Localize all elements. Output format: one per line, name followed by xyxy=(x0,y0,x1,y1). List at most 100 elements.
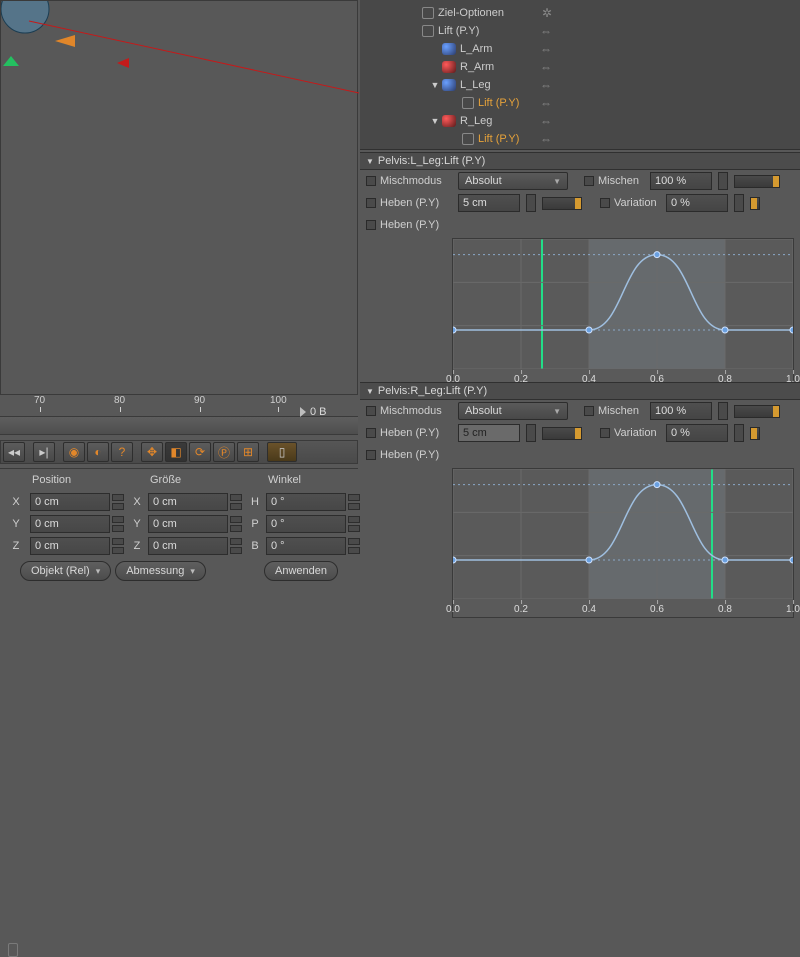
section-header[interactable]: Pelvis:R_Leg:Lift (P.Y) xyxy=(360,382,800,400)
spinner[interactable] xyxy=(348,493,360,511)
hierarchy-item[interactable]: Ziel-Optionen✲ xyxy=(360,4,800,22)
pla-tool-button[interactable]: ⊞ xyxy=(237,442,259,462)
joint-icon xyxy=(442,43,456,55)
motion-tag-icon[interactable]: ⇔ xyxy=(540,114,552,128)
spinner[interactable] xyxy=(734,194,744,212)
animate-toggle[interactable] xyxy=(366,450,376,460)
render-button[interactable]: ▯ xyxy=(267,442,297,462)
mixmode-dropdown[interactable]: Absolut xyxy=(458,172,568,190)
animate-toggle[interactable] xyxy=(366,176,376,186)
next-key-button[interactable]: ▸| xyxy=(33,442,55,462)
hierarchy-item[interactable]: Lift (P.Y) ⇔ xyxy=(360,22,800,40)
hierarchy-item[interactable]: ▼R_Leg⇔ xyxy=(360,112,800,130)
spinner[interactable] xyxy=(526,424,536,442)
column-size: Größe xyxy=(148,474,228,486)
hierarchy-item[interactable]: Lift (P.Y) ⇔ xyxy=(360,94,800,112)
motion-tag-icon[interactable]: ⇔ xyxy=(540,132,552,146)
hierarchy-item[interactable]: ▼L_Leg⇔ xyxy=(360,76,800,94)
spinner[interactable] xyxy=(348,515,360,533)
curve-graph-r[interactable]: 0.00.20.40.60.81.0 xyxy=(452,468,794,618)
toolbar: ◂◂ ▸| ◉ ◐ ? ✥ ◧ ⟳ Ⓟ ⊞ ▯ xyxy=(0,440,358,464)
keyoptions-button[interactable]: ? xyxy=(111,442,133,462)
spinner[interactable] xyxy=(230,537,242,555)
pos-z-field[interactable]: 0 cm xyxy=(30,537,110,555)
move-tool-button[interactable]: ✥ xyxy=(141,442,163,462)
column-position: Position xyxy=(30,474,110,486)
animate-toggle[interactable] xyxy=(600,428,610,438)
spinner[interactable] xyxy=(718,172,728,190)
table-row: Z 0 cm Z 0 cm B 0 ° xyxy=(0,535,358,557)
mixmode-dropdown[interactable]: Absolut xyxy=(458,402,568,420)
spinner[interactable] xyxy=(112,493,124,511)
motion-tag-icon[interactable]: ⇔ xyxy=(540,42,552,56)
angle-p-field[interactable]: 0 ° xyxy=(266,515,346,533)
animate-toggle[interactable] xyxy=(366,428,376,438)
animate-toggle[interactable] xyxy=(584,406,594,416)
heben-slider[interactable] xyxy=(542,197,582,210)
animate-toggle[interactable] xyxy=(366,220,376,230)
animate-toggle[interactable] xyxy=(600,198,610,208)
null-icon xyxy=(422,25,434,37)
mix-value-field[interactable]: 100 % xyxy=(650,172,712,190)
pos-x-field[interactable]: 0 cm xyxy=(30,493,110,511)
curve-graph-l[interactable]: 0.00.20.40.60.81.0 xyxy=(452,238,794,388)
scale-tool-button[interactable]: ◧ xyxy=(165,442,187,462)
joint-icon xyxy=(442,79,456,91)
null-icon xyxy=(462,133,474,145)
rotate-tool-button[interactable]: ⟳ xyxy=(189,442,211,462)
heben-value-field[interactable]: 5 cm xyxy=(458,194,520,212)
animate-toggle[interactable] xyxy=(366,406,376,416)
timeline-track[interactable] xyxy=(0,417,358,435)
variation-value-field[interactable]: 0 % xyxy=(666,194,728,212)
angle-h-field[interactable]: 0 ° xyxy=(266,493,346,511)
size-z-field[interactable]: 0 cm xyxy=(148,537,228,555)
spinner[interactable] xyxy=(348,537,360,555)
animate-toggle[interactable] xyxy=(366,198,376,208)
axis-label: X xyxy=(4,496,28,508)
autokey-button[interactable]: ◐ xyxy=(87,442,109,462)
motion-tag-icon[interactable]: ⇔ xyxy=(540,24,552,38)
coord-mode-dropdown[interactable]: Objekt (Rel) xyxy=(20,561,111,581)
spinner[interactable] xyxy=(526,194,536,212)
animate-toggle[interactable] xyxy=(584,176,594,186)
hierarchy-item[interactable]: R_Arm⇔ xyxy=(360,58,800,76)
hierarchy-label: L_Arm xyxy=(460,43,492,55)
motion-tag-icon[interactable]: ⇔ xyxy=(540,96,552,110)
spinner[interactable] xyxy=(230,493,242,511)
heben-slider[interactable] xyxy=(542,427,582,440)
hierarchy-label: Lift (P.Y) xyxy=(478,97,519,109)
spinner[interactable] xyxy=(112,537,124,555)
gear-icon[interactable]: ✲ xyxy=(542,6,552,20)
object-hierarchy[interactable]: Ziel-Optionen✲Lift (P.Y)⇔L_Arm⇔R_Arm⇔▼L_… xyxy=(360,0,800,150)
record-button[interactable]: ◉ xyxy=(63,442,85,462)
section-header[interactable]: Pelvis:L_Leg:Lift (P.Y) xyxy=(360,152,800,170)
heben-value-field[interactable]: 5 cm xyxy=(458,424,520,442)
motion-tag-icon[interactable]: ⇔ xyxy=(540,78,552,92)
motion-tag-icon[interactable]: ⇔ xyxy=(540,60,552,74)
mix-value-field[interactable]: 100 % xyxy=(650,402,712,420)
panel-grip-icon xyxy=(8,943,18,957)
spinner[interactable] xyxy=(230,515,242,533)
apply-button[interactable]: Anwenden xyxy=(264,561,338,581)
variation-value-field[interactable]: 0 % xyxy=(666,424,728,442)
mix-slider[interactable] xyxy=(734,175,780,188)
hierarchy-label: Lift (P.Y) xyxy=(438,25,479,37)
joint-icon xyxy=(442,61,456,73)
viewport-3d[interactable] xyxy=(0,0,358,395)
size-y-field[interactable]: 0 cm xyxy=(148,515,228,533)
variation-slider[interactable] xyxy=(750,427,760,440)
variation-slider[interactable] xyxy=(750,197,760,210)
size-x-field[interactable]: 0 cm xyxy=(148,493,228,511)
lift-panel-r-leg: Pelvis:R_Leg:Lift (P.Y) Mischmodus Absol… xyxy=(360,382,800,600)
pos-y-field[interactable]: 0 cm xyxy=(30,515,110,533)
angle-b-field[interactable]: 0 ° xyxy=(266,537,346,555)
param-tool-button[interactable]: Ⓟ xyxy=(213,442,235,462)
hierarchy-item[interactable]: Lift (P.Y)⇔ xyxy=(360,130,800,148)
prev-key-button[interactable]: ◂◂ xyxy=(3,442,25,462)
spinner[interactable] xyxy=(112,515,124,533)
spinner[interactable] xyxy=(734,424,744,442)
spinner[interactable] xyxy=(718,402,728,420)
mix-slider[interactable] xyxy=(734,405,780,418)
hierarchy-item[interactable]: L_Arm ⇔ xyxy=(360,40,800,58)
size-mode-dropdown[interactable]: Abmessung xyxy=(115,561,206,581)
